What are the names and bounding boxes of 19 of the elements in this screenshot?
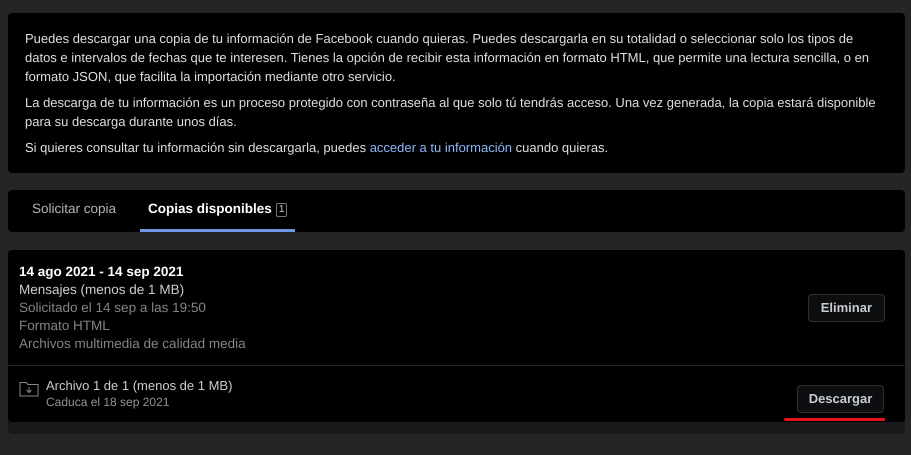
content-label: Mensajes (menos de 1 MB) [19, 281, 186, 299]
detail-text: Formato HTML [19, 317, 111, 335]
folder-download-icon [19, 380, 39, 397]
detail-text: Archivos multimedia de calidad media [19, 335, 246, 353]
download-button[interactable]: Descargar [796, 385, 884, 413]
info-paragraph: La descarga de tu información es un proceso protegido con contraseña al que solo tú tendrás acceso. Una vez generada, la copia estará disponible para su descarga durante unos días. [25, 94, 877, 131]
info-paragraph: Puedes descargar una copia de tu información de Facebook cuando quieras. Puedes descargarla en su totalidad o seleccionar solo los tipos de datos e intervalos de fechas que te interesen. Tienes la opción de recibir esta información en formato HTML, que permite una lectura sencilla, o en formato JSON, que facilita la importación mediante otro servicio. [25, 30, 870, 86]
tab-label: Copias disponibles [148, 200, 272, 218]
tab-label: Solicitar copia [32, 200, 116, 218]
file-name: Archivo 1 de 1 (menos de 1 MB) [46, 378, 232, 394]
info-paragraph: Si quieres consultar tu información sin descargarla, puedes acceder a tu información cuando quieras. [25, 139, 610, 157]
expiry-text: Caduca el 18 sep 2021 [46, 394, 170, 410]
tab[interactable]: Copias disponibles 1 [140, 190, 296, 232]
tab[interactable]: Solicitar copia [24, 190, 124, 232]
info-link[interactable]: acceder a tu información [370, 140, 512, 155]
delete-button[interactable]: Eliminar [808, 294, 885, 322]
date-range: 14 ago 2021 - 14 sep 2021 [19, 263, 184, 281]
count-badge: 1 [276, 202, 288, 216]
detail-text: Solicitado el 14 sep a las 19:50 [19, 299, 207, 317]
